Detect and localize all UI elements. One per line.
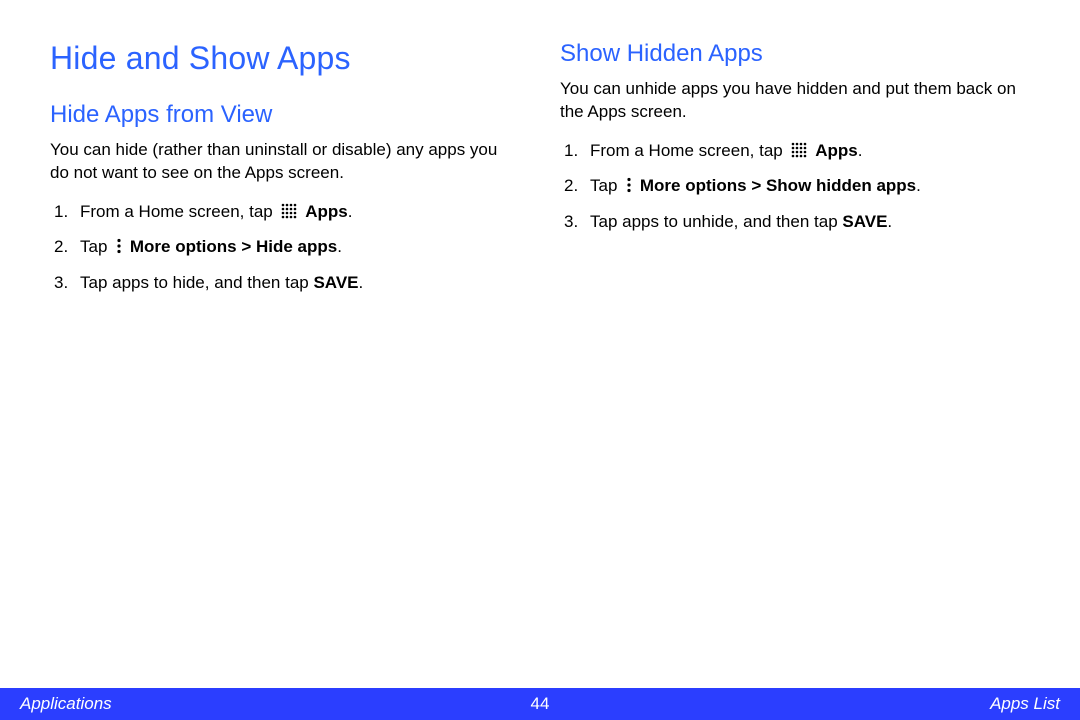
- step-bold-text: More options > Show hidden apps: [640, 176, 916, 195]
- step-text: Tap: [80, 237, 112, 256]
- page-title: Hide and Show Apps: [50, 40, 520, 77]
- step-text-tail: .: [916, 176, 921, 195]
- step-item: Tap apps to unhide, and then tap SAVE.: [564, 209, 1030, 235]
- hide-intro-text: You can hide (rather than uninstall or d…: [50, 139, 520, 185]
- step-bold-text: Apps: [815, 141, 858, 160]
- step-bold-text: Apps: [305, 202, 348, 221]
- step-item: Tap apps to hide, and then tap SAVE.: [54, 270, 520, 296]
- footer-left: Applications: [20, 694, 112, 714]
- step-text-tail: .: [348, 202, 353, 221]
- section-heading-hide: Hide Apps from View: [50, 101, 520, 129]
- step-text-tail: .: [858, 141, 863, 160]
- more-options-icon: [626, 177, 632, 193]
- step-text: Tap apps to unhide, and then tap: [590, 212, 842, 231]
- two-column-layout: Hide and Show Apps Hide Apps from View Y…: [50, 40, 1030, 305]
- footer-page-number: 44: [531, 694, 550, 714]
- step-text: Tap: [590, 176, 622, 195]
- footer-right: Apps List: [990, 694, 1060, 714]
- step-bold-text: SAVE: [313, 273, 358, 292]
- section-heading-show: Show Hidden Apps: [560, 40, 1030, 68]
- show-steps-list: From a Home screen, tap Apps.Tap More op…: [560, 138, 1030, 235]
- step-item: Tap More options > Show hidden apps.: [564, 173, 1030, 199]
- step-text: From a Home screen, tap: [80, 202, 277, 221]
- left-column: Hide and Show Apps Hide Apps from View Y…: [50, 40, 520, 305]
- step-bold-text: SAVE: [842, 212, 887, 231]
- step-item: Tap More options > Hide apps.: [54, 234, 520, 260]
- right-column: Show Hidden Apps You can unhide apps you…: [560, 40, 1030, 305]
- hide-steps-list: From a Home screen, tap Apps.Tap More op…: [50, 199, 520, 296]
- step-text: From a Home screen, tap: [590, 141, 787, 160]
- manual-page: Hide and Show Apps Hide Apps from View Y…: [0, 0, 1080, 720]
- step-text: Tap apps to hide, and then tap: [80, 273, 313, 292]
- more-options-icon: [116, 238, 122, 254]
- apps-grid-icon: [281, 203, 297, 219]
- step-text-tail: .: [887, 212, 892, 231]
- show-intro-text: You can unhide apps you have hidden and …: [560, 78, 1030, 124]
- apps-grid-icon: [791, 142, 807, 158]
- step-text-tail: .: [337, 237, 342, 256]
- page-footer: Applications 44 Apps List: [0, 688, 1080, 720]
- step-text-tail: .: [359, 273, 364, 292]
- step-bold-text: More options > Hide apps: [130, 237, 337, 256]
- step-item: From a Home screen, tap Apps.: [54, 199, 520, 225]
- step-item: From a Home screen, tap Apps.: [564, 138, 1030, 164]
